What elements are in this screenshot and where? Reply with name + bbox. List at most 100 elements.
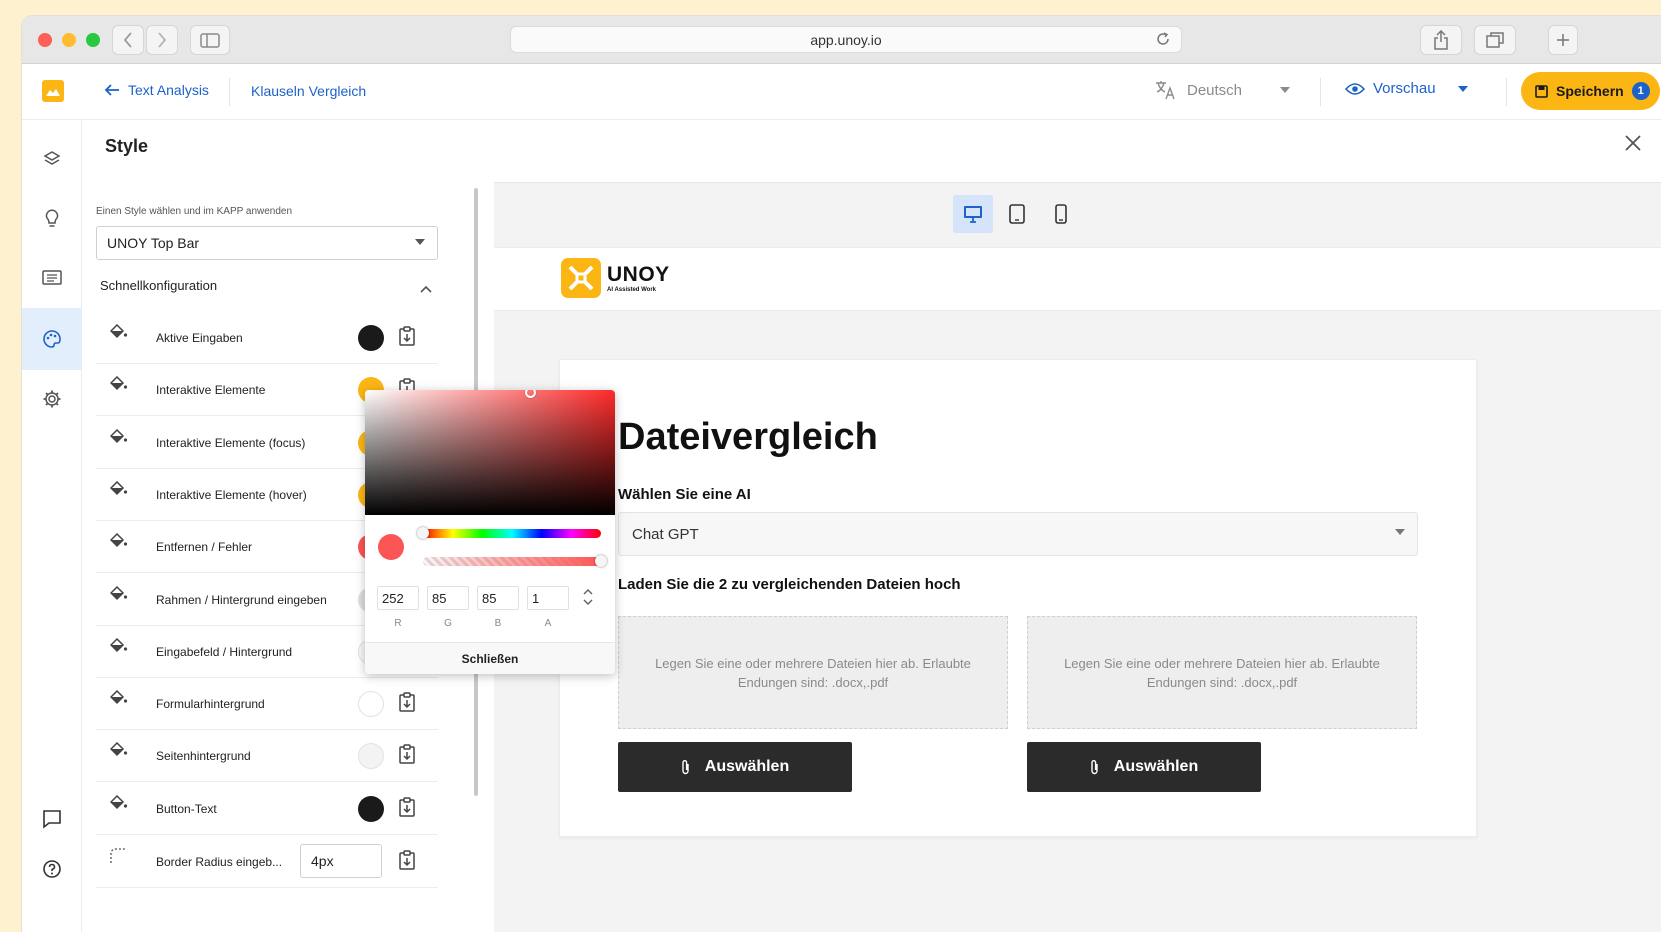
save-label: Speichern <box>1556 83 1624 99</box>
clipboard-icon[interactable] <box>398 796 416 822</box>
clipboard-icon[interactable] <box>398 326 416 351</box>
share-button[interactable] <box>1420 25 1462 55</box>
alpha-slider[interactable] <box>423 557 601 566</box>
rail-item-settings[interactable] <box>22 368 82 430</box>
breadcrumb-current[interactable]: Klauseln Vergleich <box>251 83 366 99</box>
hue-slider-handle[interactable] <box>417 527 429 539</box>
style-row: Aktive Eingaben <box>96 312 438 364</box>
paperclip-icon <box>682 760 689 775</box>
rail-item-style[interactable] <box>22 308 82 370</box>
sidebar-icon <box>200 32 220 48</box>
choose-file-label: Auswählen <box>1113 758 1199 775</box>
color-swatch[interactable] <box>358 325 384 351</box>
unoy-tagline: AI Assisted Work <box>607 286 657 293</box>
share-icon <box>1434 30 1448 50</box>
color-swatch[interactable] <box>358 795 384 822</box>
style-row-border-radius: Border Radius eingeb... 4px <box>96 836 438 888</box>
paint-bucket-icon <box>109 690 128 711</box>
alpha-slider-handle[interactable] <box>595 555 607 567</box>
file-drop-zone-2[interactable]: Legen Sie eine oder mehrere Dateien hier… <box>1027 616 1417 729</box>
arrow-left-icon <box>104 84 119 96</box>
preview-menu[interactable]: Vorschau <box>1345 80 1468 97</box>
hue-slider[interactable] <box>423 529 601 538</box>
app-header: Text Analysis Klauseln Vergleich Deutsch… <box>22 64 1661 120</box>
eye-icon <box>1345 82 1365 95</box>
paint-bucket-icon <box>109 794 128 816</box>
back-to-text-analysis-link[interactable]: Text Analysis <box>104 82 209 98</box>
device-mobile-button[interactable] <box>1041 195 1081 233</box>
style-row-label: Interaktive Elemente (hover) <box>156 487 307 502</box>
blue-channel-input[interactable]: 85 <box>477 586 519 610</box>
red-channel-label: R <box>394 618 402 629</box>
red-channel-input[interactable]: 252 <box>377 586 419 610</box>
style-row-label: Aktive Eingaben <box>156 331 243 345</box>
style-row-label: Formularhintergrund <box>156 697 265 712</box>
clipboard-icon[interactable] <box>398 692 416 717</box>
drop-zone-hint: Legen Sie eine oder mehrere Dateien hier… <box>1064 655 1380 690</box>
rail-item-layers[interactable] <box>22 128 82 190</box>
palette-icon <box>43 330 61 348</box>
address-bar[interactable]: app.unoy.io <box>510 26 1182 53</box>
style-select[interactable]: UNOY Top Bar <box>96 226 438 260</box>
ai-select-label: Wählen Sie eine AI <box>618 486 751 503</box>
chevron-up-icon[interactable] <box>420 280 432 298</box>
color-swatch[interactable] <box>358 743 384 770</box>
unoy-logo-mark <box>561 258 601 298</box>
paint-bucket-icon <box>109 323 128 345</box>
close-style-panel-button[interactable] <box>1625 135 1641 156</box>
style-select-value: UNOY Top Bar <box>107 235 200 251</box>
unoy-logo: UNOY AI Assisted Work <box>561 258 670 298</box>
rail-item-help[interactable] <box>22 838 82 900</box>
rail-item-ideas[interactable] <box>22 188 82 250</box>
choose-file-button-2[interactable]: Auswählen <box>1027 742 1261 792</box>
paint-bucket-icon <box>109 480 128 502</box>
unoy-word: UNOY <box>607 262 670 286</box>
language-select[interactable]: Deutsch <box>1155 80 1291 100</box>
new-tab-button[interactable] <box>1548 25 1578 55</box>
message-box-icon <box>42 270 62 285</box>
device-tablet-button[interactable] <box>997 195 1037 233</box>
style-row: Formularhintergrund <box>96 678 438 731</box>
upload-label: Laden Sie die 2 zu vergleichenden Dateie… <box>618 576 961 593</box>
file-drop-zone-1[interactable]: Legen Sie eine oder mehrere Dateien hier… <box>618 616 1008 729</box>
header-divider <box>1506 78 1507 106</box>
alpha-channel-input[interactable]: 1 <box>527 586 569 610</box>
close-window-button[interactable] <box>38 33 52 47</box>
quick-config-heading[interactable]: Schnellkonfiguration <box>100 278 217 293</box>
drop-zone-hint: Legen Sie eine oder mehrere Dateien hier… <box>655 655 971 690</box>
app-logo[interactable] <box>42 80 64 102</box>
close-color-picker-button[interactable]: Schließen <box>365 642 615 674</box>
back-button[interactable] <box>112 25 144 55</box>
clipboard-icon[interactable] <box>398 744 416 769</box>
style-row-label: Interaktive Elemente (focus) <box>156 435 306 450</box>
chevron-right-icon <box>158 32 167 48</box>
rail-item-content[interactable] <box>22 248 82 310</box>
choose-file-button-1[interactable]: Auswählen <box>618 742 852 792</box>
tabs-overview-button[interactable] <box>1474 25 1516 55</box>
maximize-window-button[interactable] <box>86 33 100 47</box>
current-color-preview <box>378 534 404 560</box>
plus-icon <box>1557 34 1569 46</box>
saturation-area[interactable] <box>365 390 615 515</box>
paint-bucket-icon <box>109 376 128 397</box>
ai-select[interactable]: Chat GPT <box>618 512 1418 556</box>
green-channel-input[interactable]: 85 <box>427 586 469 610</box>
color-swatch[interactable] <box>358 691 384 718</box>
border-radius-input[interactable]: 4px <box>300 844 382 878</box>
device-desktop-button[interactable] <box>953 195 993 233</box>
border-radius-value: 4px <box>311 853 334 869</box>
forward-button[interactable] <box>146 25 178 55</box>
format-toggle-button[interactable] <box>583 588 593 611</box>
sidebar-toggle-button[interactable] <box>190 25 230 55</box>
choose-file-label: Auswählen <box>704 758 790 775</box>
style-row: Seitenhintergrund <box>96 730 438 783</box>
green-channel-label: G <box>444 618 452 629</box>
language-label: Deutsch <box>1187 81 1243 99</box>
clipboard-icon[interactable] <box>398 850 416 875</box>
chevron-left-icon <box>123 32 132 48</box>
minimize-window-button[interactable] <box>62 33 76 47</box>
preview-canvas: UNOY AI Assisted Work Dateivergleich Wäh… <box>458 182 1661 932</box>
paperclip-icon <box>1091 760 1098 775</box>
save-button[interactable]: Speichern 1 <box>1521 72 1660 110</box>
reload-icon[interactable] <box>1155 31 1171 50</box>
